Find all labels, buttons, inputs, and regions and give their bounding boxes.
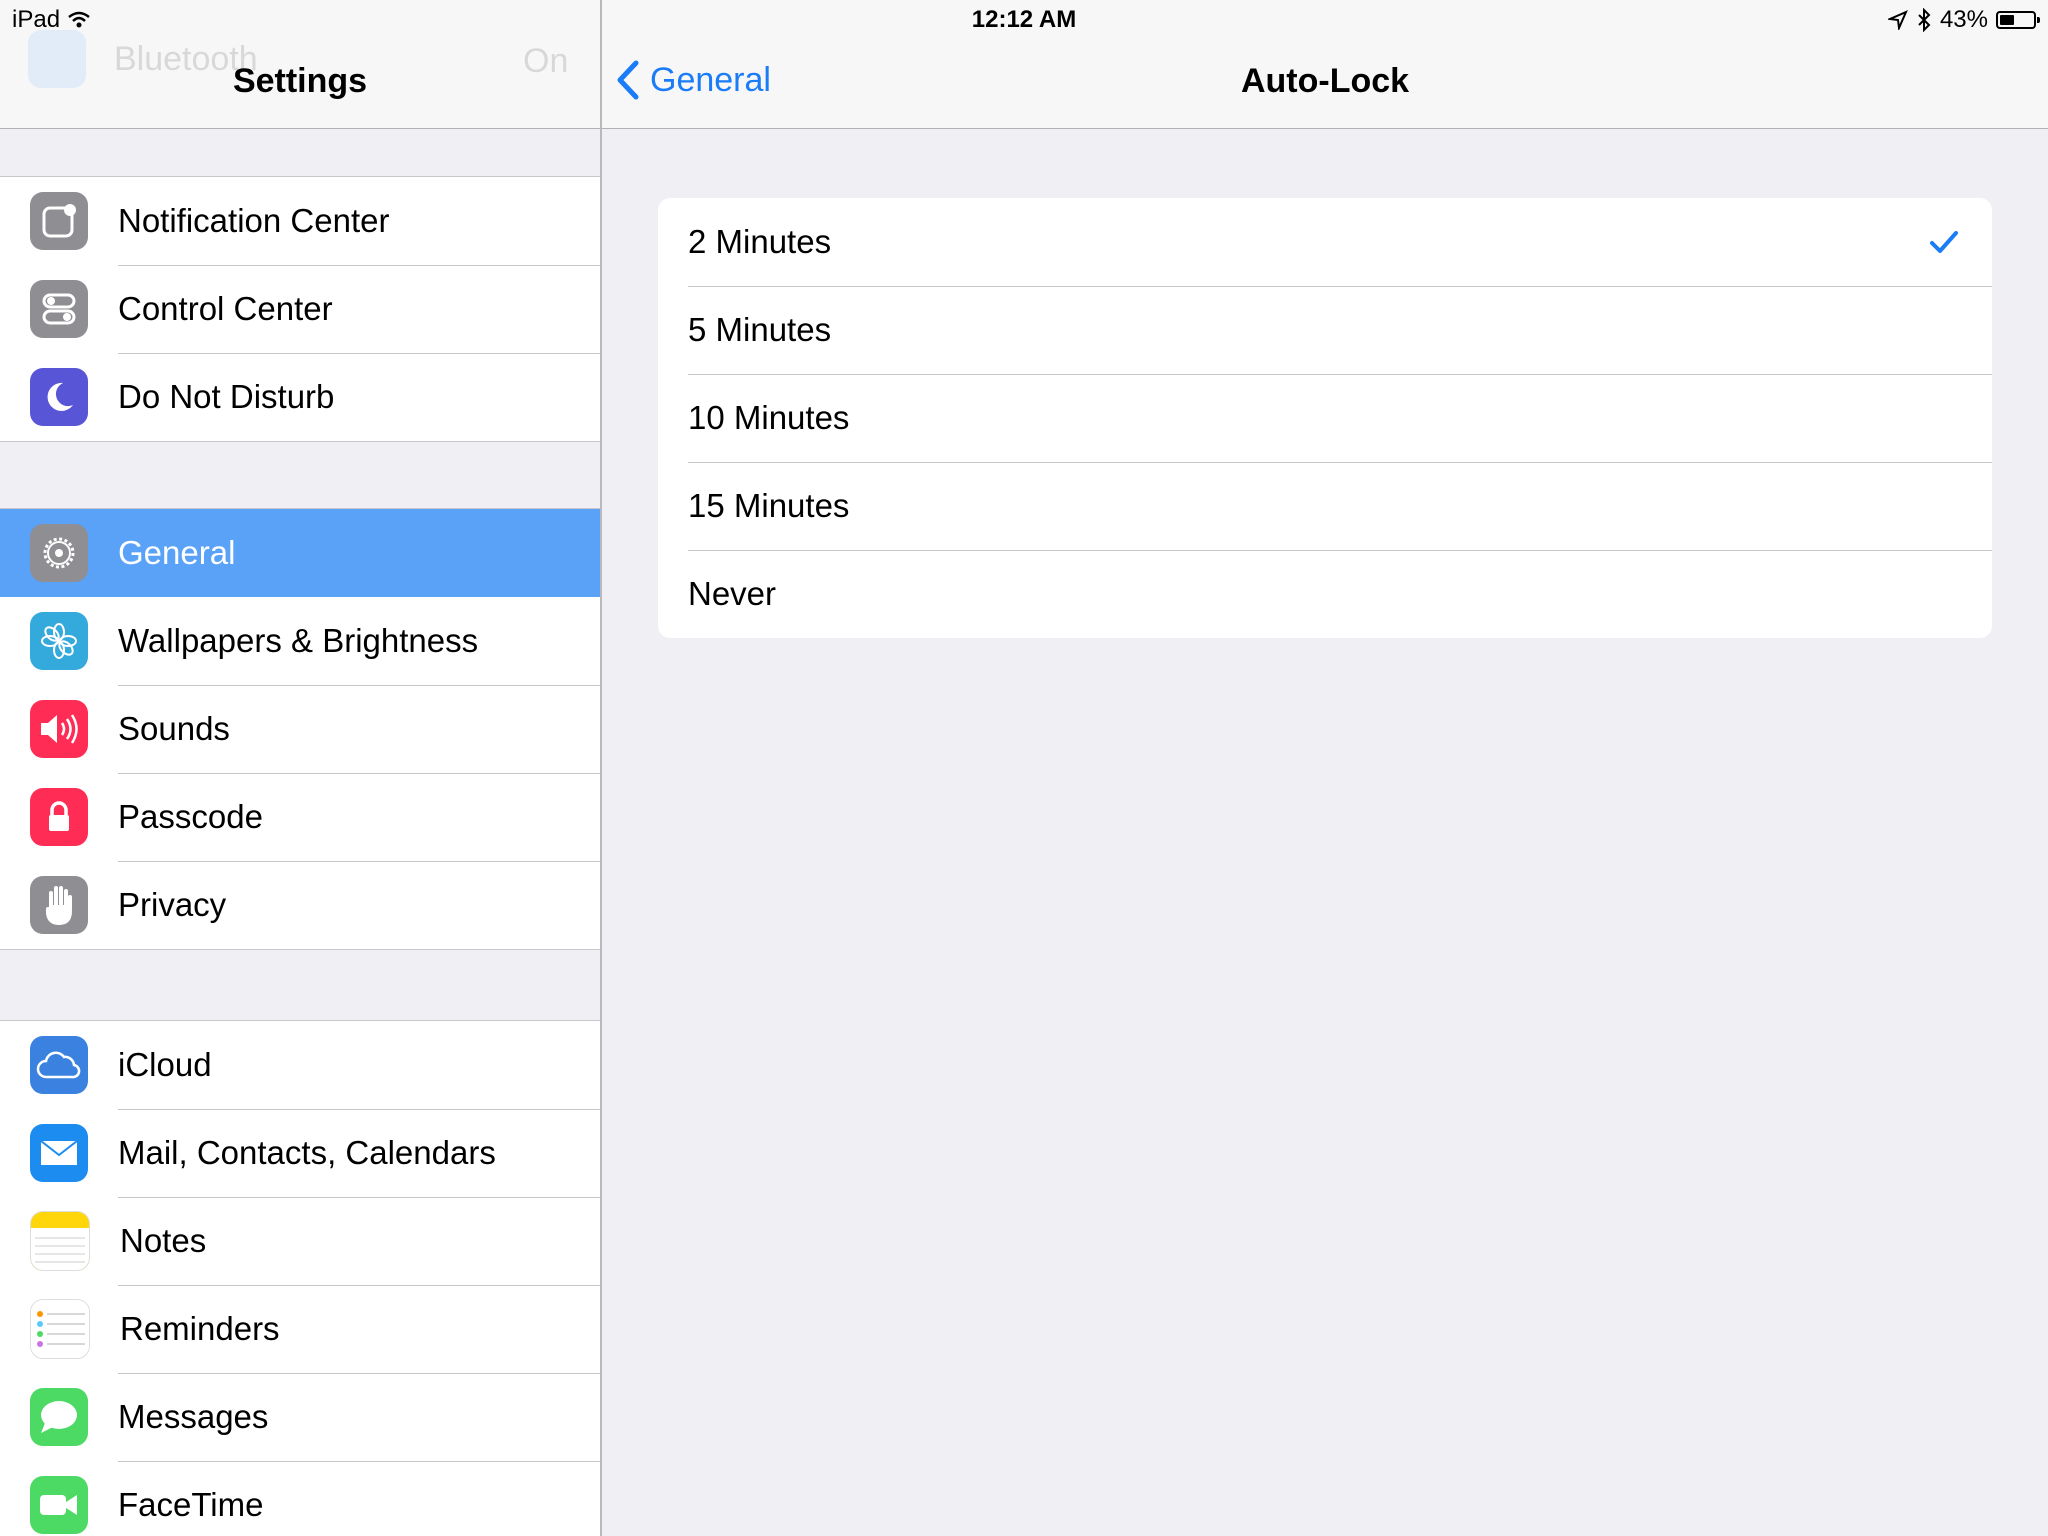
- settings-master-pane: Bluetooth On Settings Notification Cente…: [0, 0, 602, 1536]
- sidebar-item-sounds[interactable]: Sounds: [0, 685, 600, 773]
- status-bar: iPad 12:12 AM 43%: [0, 0, 2048, 40]
- sidebar-item-icloud[interactable]: iCloud: [0, 1021, 600, 1109]
- auto-lock-options-list: 2 Minutes 5 Minutes 10 Minutes 15 Minutes Ne…: [658, 198, 1992, 638]
- sidebar-item-notification-center[interactable]: Notification Center: [0, 177, 600, 265]
- sidebar-item-label: Reminders: [120, 1310, 280, 1347]
- sidebar-item-label: Mail, Contacts, Calendars: [118, 1134, 496, 1171]
- battery-icon: [1996, 11, 2040, 29]
- location-arrow-icon: [1887, 10, 1908, 30]
- option-label: 5 Minutes: [688, 311, 832, 348]
- video-camera-icon: [30, 1476, 88, 1534]
- sidebar-item-label: Notes: [120, 1222, 207, 1259]
- option-label: 10 Minutes: [688, 399, 850, 436]
- flower-icon: [30, 612, 88, 670]
- sidebar-item-passcode[interactable]: Passcode: [0, 773, 600, 861]
- sidebar-item-reminders[interactable]: Reminders: [0, 1285, 600, 1373]
- auto-lock-option[interactable]: 15 Minutes: [658, 462, 1992, 550]
- sidebar-item-label: Do Not Disturb: [118, 378, 335, 415]
- sidebar-item-wallpapers[interactable]: Wallpapers & Brightness: [0, 597, 600, 685]
- detail-title: Auto-Lock: [1240, 62, 1410, 100]
- sidebar-item-label: Privacy: [118, 886, 227, 923]
- speech-bubble-icon: [30, 1388, 88, 1446]
- option-label: 15 Minutes: [688, 487, 850, 524]
- sidebar-item-label: iCloud: [118, 1046, 212, 1083]
- cloud-icon: [30, 1036, 88, 1094]
- hand-icon: [30, 876, 88, 934]
- sidebar-item-do-not-disturb[interactable]: Do Not Disturb: [0, 353, 600, 441]
- sidebar-item-privacy[interactable]: Privacy: [0, 861, 600, 949]
- sidebar-item-label: Control Center: [118, 290, 333, 327]
- auto-lock-option[interactable]: 2 Minutes: [658, 198, 1992, 286]
- option-label: Never: [688, 575, 777, 612]
- gear-icon: [30, 524, 88, 582]
- battery-fill: [2000, 15, 2014, 25]
- moon-icon: [30, 368, 88, 426]
- bluetooth-icon: [1918, 8, 1931, 32]
- sidebar-item-label: Sounds: [118, 710, 230, 747]
- checkmark-icon: [1930, 231, 1958, 253]
- sidebar-item-control-center[interactable]: Control Center: [0, 265, 600, 353]
- envelope-icon: [30, 1124, 88, 1182]
- notification-center-icon: [30, 192, 88, 250]
- speaker-icon: [30, 700, 88, 758]
- sidebar-item-facetime[interactable]: FaceTime: [0, 1461, 600, 1536]
- sidebar-item-label: FaceTime: [118, 1486, 264, 1523]
- sidebar-item-label: Notification Center: [118, 202, 390, 239]
- auto-lock-option[interactable]: 5 Minutes: [658, 286, 1992, 374]
- sidebar-item-messages[interactable]: Messages: [0, 1373, 600, 1461]
- auto-lock-option[interactable]: Never: [658, 550, 1992, 638]
- settings-group-1: Notification Center Control Center Do Not …: [0, 176, 600, 442]
- control-center-icon: [30, 280, 88, 338]
- sidebar-item-mail[interactable]: Mail, Contacts, Calendars: [0, 1109, 600, 1197]
- sidebar-item-label: Messages: [118, 1398, 269, 1435]
- sidebar-item-general[interactable]: General: [0, 509, 600, 597]
- settings-group-3: iCloud Mail, Contacts, Calendars Notes Remi…: [0, 1020, 600, 1536]
- sidebar-item-label: Passcode: [118, 798, 263, 835]
- auto-lock-option[interactable]: 10 Minutes: [658, 374, 1992, 462]
- page-title: Settings: [232, 62, 368, 100]
- notes-icon: [30, 1211, 90, 1271]
- battery-percent: 43%: [1939, 6, 1988, 33]
- sidebar-item-label: General: [118, 534, 236, 571]
- reminders-icon: [30, 1299, 90, 1359]
- clock: 12:12 AM: [971, 6, 1077, 33]
- sidebar-item-notes[interactable]: Notes: [0, 1197, 600, 1285]
- option-label: 2 Minutes: [688, 223, 832, 260]
- status-right: 43%: [1887, 6, 2040, 34]
- lock-icon: [30, 788, 88, 846]
- sidebar-item-label: Wallpapers & Brightness: [118, 622, 479, 659]
- settings-group-2: General Wallpapers & Brightness Sounds Pass…: [0, 508, 600, 950]
